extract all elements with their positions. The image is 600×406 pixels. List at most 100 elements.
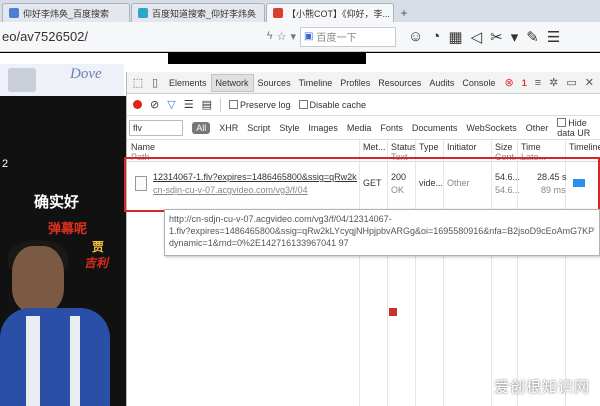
devtools-tabbar: ⬚ ▯ Elements Network Sources Timeline Pr… <box>127 72 600 94</box>
address-bar[interactable]: eo/av7526502/ ϟ ☆ ▾ <box>0 26 300 48</box>
tab-network[interactable]: Network <box>210 73 254 92</box>
baidu-favicon-icon <box>9 8 19 18</box>
tooltip-line: dynamic=1&rnd=0%2E142716133967041 97 <box>169 238 349 248</box>
ad-image <box>8 68 36 92</box>
jacket-stripe <box>26 316 40 406</box>
tab-profiles[interactable]: Profiles <box>336 74 374 92</box>
person-face <box>12 246 64 312</box>
speaker-icon[interactable]: ◁ <box>471 28 483 46</box>
column-initiator[interactable]: Initiator <box>447 142 477 152</box>
column-size-label: Size <box>495 142 513 152</box>
disable-cache-checkbox[interactable]: Disable cache <box>298 99 367 110</box>
checkbox-box[interactable] <box>228 99 238 109</box>
filter-media[interactable]: Media <box>347 123 372 133</box>
browser-tab-strip: 仰好李炜奂_百度搜索 百度知道搜索_仰好李炜奂 【小熊COT】《仰好，李... … <box>0 0 600 22</box>
ad-brand-logo: Dove <box>70 66 102 82</box>
browser-tab-1[interactable]: 仰好李炜奂_百度搜索 <box>2 3 130 22</box>
filter-websockets[interactable]: WebSockets <box>466 123 516 133</box>
tooltip-line: http://cn-sdjn-cu-v-07.acgvideo.com/vg3/… <box>169 214 392 224</box>
search-placeholder: 百度一下 <box>316 33 357 44</box>
list-view-icon[interactable]: ☰ <box>184 98 194 111</box>
hamburger-icon[interactable]: ☰ <box>547 28 560 46</box>
device-icon[interactable]: ▯ <box>148 76 162 90</box>
filter-style[interactable]: Style <box>279 123 299 133</box>
column-method[interactable]: Met... <box>363 142 386 152</box>
checkbox-box[interactable] <box>298 99 308 109</box>
tab-sources[interactable]: Sources <box>254 74 295 92</box>
jacket-stripe <box>70 316 80 406</box>
hide-data-urls-checkbox[interactable]: Hide data UR <box>557 117 600 138</box>
person-jacket <box>0 308 110 406</box>
console-drawer-icon[interactable]: ≡ <box>535 77 541 89</box>
tab-label: 仰好李炜奂_百度搜索 <box>23 8 110 19</box>
overview-icon[interactable]: ▤ <box>202 98 212 111</box>
column-name-label: Name <box>131 142 156 152</box>
new-tab-icon[interactable]: + <box>397 6 411 20</box>
baidu-zhidao-favicon-icon <box>138 8 148 18</box>
browser-tab-2[interactable]: 百度知道搜索_仰好李炜奂 <box>131 3 265 22</box>
filter-xhr[interactable]: XHR <box>219 123 238 133</box>
browser-toolbar: eo/av7526502/ ϟ ☆ ▾ ▣ 百度一下 ☺ ◔ ▦ ◁ ✂ ▾ ✎… <box>0 22 600 52</box>
preserve-log-checkbox[interactable]: Preserve log <box>228 99 291 110</box>
url-tooltip: http://cn-sdjn-cu-v-07.acgvideo.com/vg3/… <box>164 209 600 256</box>
tab-label: 百度知道搜索_仰好李炜奂 <box>152 8 257 19</box>
clear-icon[interactable]: ⊘ <box>150 98 159 111</box>
danmaku-text: 吉利 <box>84 256 109 270</box>
watermark-text: 爱创根知识网 <box>494 379 591 396</box>
scissors-icon[interactable]: ✂ <box>490 28 503 46</box>
browser-tab-3[interactable]: 【小熊COT】《仰好，李... ✕ <box>266 3 394 22</box>
star-icon[interactable]: ☆ <box>277 30 287 43</box>
inspect-icon[interactable]: ⬚ <box>131 76 145 90</box>
redaction-bar <box>168 53 366 64</box>
danmaku-text: 贾 <box>92 240 105 254</box>
filter-documents[interactable]: Documents <box>412 123 458 133</box>
column-time-label: Time <box>521 142 541 152</box>
danmaku-text: 弹幕呢 <box>48 221 88 236</box>
settings-icon[interactable]: ✲ <box>549 76 558 89</box>
error-icon[interactable]: ⊗ <box>505 76 514 89</box>
menu-icon[interactable]: ▾ <box>511 28 519 46</box>
address-url: eo/av7526502/ <box>2 29 89 44</box>
search-engine-icon[interactable]: ▣ <box>304 31 313 42</box>
close-icon[interactable]: ✕ <box>585 76 594 89</box>
bilibili-favicon-icon <box>273 8 283 18</box>
search-box[interactable]: ▣ 百度一下 <box>300 26 396 47</box>
column-timeline[interactable]: Timeline <box>569 142 600 152</box>
filter-other[interactable]: Other <box>526 123 549 133</box>
tab-console[interactable]: Console <box>458 74 499 92</box>
tab-timeline[interactable]: Timeline <box>295 74 337 92</box>
divider <box>219 97 221 112</box>
filter-all[interactable]: All <box>192 121 211 134</box>
checkbox-box[interactable] <box>557 117 567 127</box>
dock-icon[interactable]: ▭ <box>566 76 576 89</box>
video-player[interactable]: 2 确实好 弹幕呢 贾 吉利 <box>0 96 128 406</box>
highlight-box <box>124 157 600 212</box>
ghost-icon[interactable]: ◔ <box>431 28 440 45</box>
filter-script[interactable]: Script <box>247 123 270 133</box>
filter-images[interactable]: Images <box>308 123 338 133</box>
column-status-label: Status <box>391 142 417 152</box>
tab-elements[interactable]: Elements <box>165 74 211 92</box>
danmaku-text: 确实好 <box>34 194 80 211</box>
grid-icon[interactable]: ▦ <box>448 28 462 46</box>
filter-icon[interactable]: ▽ <box>167 98 175 111</box>
video-number: 2 <box>2 158 9 170</box>
waterfall-marker <box>389 308 397 316</box>
tab-resources[interactable]: Resources <box>374 74 425 92</box>
preserve-log-label: Preserve log <box>239 99 291 110</box>
disable-cache-label: Disable cache <box>309 99 367 110</box>
network-filter-bar: flv All XHR Script Style Images Media Fo… <box>127 116 600 140</box>
edit-icon[interactable]: ✎ <box>526 28 539 46</box>
smiley-icon[interactable]: ☺ <box>408 28 423 45</box>
watermark-logo-icon <box>472 378 490 394</box>
filter-input[interactable]: flv <box>129 119 184 136</box>
record-icon[interactable] <box>133 100 142 109</box>
error-count: 1 <box>521 77 527 88</box>
tab-audits[interactable]: Audits <box>425 74 458 92</box>
lightning-icon[interactable]: ϟ <box>267 30 273 43</box>
filter-fonts[interactable]: Fonts <box>380 123 403 133</box>
network-controls: ⊘ ▽ ☰ ▤ Preserve log Disable cache <box>127 94 600 116</box>
chevron-down-icon[interactable]: ▾ <box>290 30 296 43</box>
tab-label: 【小熊COT】《仰好，李... <box>287 8 390 19</box>
column-type[interactable]: Type <box>419 142 439 152</box>
